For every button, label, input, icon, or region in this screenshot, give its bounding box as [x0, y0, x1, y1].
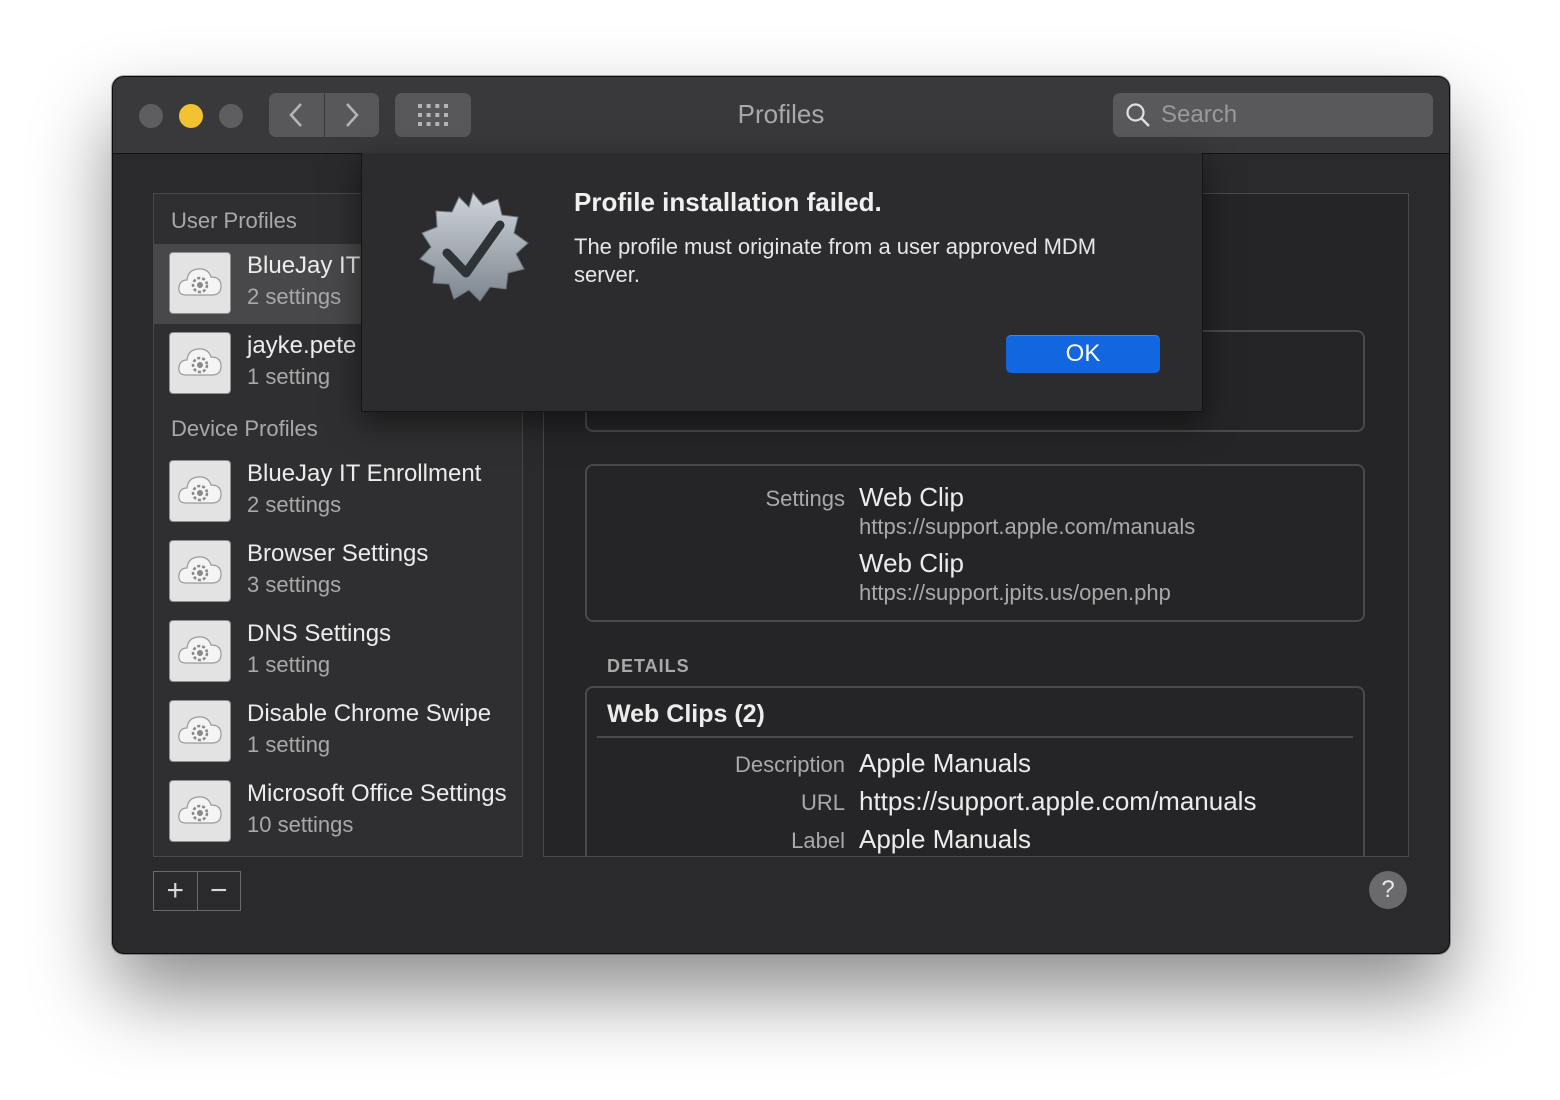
alert-title: Profile installation failed. [574, 187, 882, 217]
verified-badge-icon [419, 191, 529, 302]
profile-gear-icon [169, 620, 231, 682]
profile-settings-count: 1 setting [247, 732, 331, 757]
webclips-title: Web Clips (2) [607, 700, 765, 728]
remove-profile-button[interactable]: − [196, 872, 241, 910]
sidebar-item-disable-chrome-swipe[interactable]: Disable Chrome Swipe 1 setting [154, 692, 522, 772]
profile-name: Browser Settings [247, 540, 429, 567]
setting-title: Web Clip [859, 482, 965, 512]
profile-settings-count: 1 setting [247, 652, 331, 677]
settings-card: Settings Web Clip https://support.apple.… [585, 464, 1365, 622]
device-profiles-label: Device Profiles [171, 416, 318, 441]
alert-message: The profile must originate from a user a… [574, 234, 1097, 287]
profiles-window: Profiles User Profiles BlueJay IT 2 sett… [112, 76, 1450, 954]
setting-title: Web Clip [859, 548, 965, 578]
sidebar-item-bluejay-enrollment[interactable]: BlueJay IT Enrollment 2 settings [154, 452, 522, 532]
profile-name: BlueJay IT [247, 252, 361, 279]
help-button[interactable]: ? [1369, 871, 1407, 909]
search-field[interactable] [1113, 93, 1433, 137]
sidebar-item-microsoft-office[interactable]: Microsoft Office Settings 10 settings [154, 772, 522, 852]
profile-gear-icon [169, 780, 231, 842]
profile-settings-count: 2 settings [247, 284, 342, 309]
search-icon [1126, 103, 1150, 127]
add-profile-button[interactable]: + [154, 872, 197, 910]
setting-url: https://support.apple.com/manuals [859, 514, 1196, 539]
profile-name: jayke.pete [247, 332, 357, 359]
settings-label: Settings [765, 486, 846, 511]
user-profiles-label: User Profiles [171, 208, 297, 233]
profile-settings-count: 1 setting [247, 364, 331, 389]
description-value: Apple Manuals [859, 748, 1031, 778]
profile-settings-count: 3 settings [247, 572, 342, 597]
profile-name: BlueJay IT Enrollment [247, 460, 482, 487]
add-remove-group: + − [153, 871, 241, 911]
sidebar-item-browser-settings[interactable]: Browser Settings 3 settings [154, 532, 522, 612]
profile-gear-icon [169, 332, 231, 394]
divider [597, 736, 1353, 738]
url-value: https://support.apple.com/manuals [859, 786, 1257, 816]
profile-name: Disable Chrome Swipe [247, 700, 492, 727]
label-value: Apple Manuals [859, 824, 1031, 854]
sidebar-item-dns-settings[interactable]: DNS Settings 1 setting [154, 612, 522, 692]
profile-gear-icon [169, 540, 231, 602]
profile-gear-icon [169, 252, 231, 314]
profile-name: DNS Settings [247, 620, 392, 647]
search-input[interactable] [1159, 100, 1423, 130]
setting-url: https://support.jpits.us/open.php [859, 580, 1171, 605]
profile-settings-count: 10 settings [247, 812, 354, 837]
description-label: Description [734, 752, 845, 777]
url-label: URL [800, 790, 845, 815]
profile-gear-icon [169, 460, 231, 522]
details-heading: DETAILS [607, 656, 690, 676]
ok-button[interactable]: OK [1006, 335, 1160, 373]
webclips-card: Web Clips (2) Description Apple Manuals … [585, 686, 1365, 856]
profile-name: Microsoft Office Settings [247, 780, 507, 807]
profile-gear-icon [169, 700, 231, 762]
profile-settings-count: 2 settings [247, 492, 342, 517]
label-label: Label [791, 828, 845, 853]
titlebar: Profiles [113, 77, 1449, 154]
alert-sheet: Profile installation failed. The profile… [361, 153, 1203, 412]
